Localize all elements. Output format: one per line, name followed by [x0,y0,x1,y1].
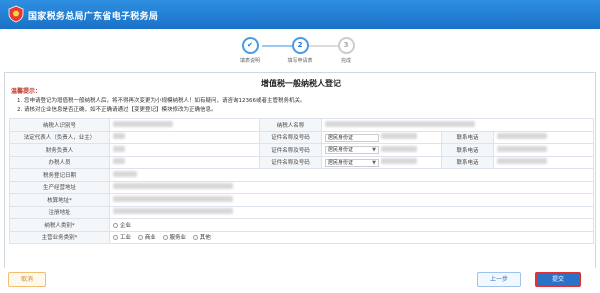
taxpayer-category-options: 企业 [108,218,595,232]
registration-form-panel: 增值税一般纳税人登记 温馨提示： 1. 您申请登记为增值税一般纳税人后，将不得再… [4,72,596,293]
tip-line-2: 2. 请核对企业信息是否正确，如不正确请通过【变更登记】模块修改为正确信息。 [17,107,217,113]
table-row: 注册地址 [9,205,595,219]
tax-emblem-icon [8,5,24,23]
chevron-down-icon: ▼ [372,159,376,166]
table-row: 核算地址* [9,193,595,207]
table-row: 生产经营地址 [9,180,595,194]
app-header: 国家税务总局广东省电子税务局 [0,0,600,29]
radio-commerce[interactable]: 商业 [137,233,156,241]
step-label: 完成 [340,58,351,64]
radio-industry[interactable]: 工业 [113,233,131,241]
taxpayer-name-value [320,118,595,132]
label-phone: 联系电话 [441,155,494,169]
radio-enterprise[interactable]: 企业 [113,221,131,229]
label-taxpayer-id: 纳税人识别号 [9,118,110,132]
accounting-address-input[interactable] [108,193,595,207]
registered-address-value [108,205,595,219]
legal-rep-id: 居民身份证 [321,130,442,144]
registration-table: 纳税人识别号 纳税人名称 法定代表人（负责人，业主） 证件名称及号码 居民身份证… [9,118,595,244]
business-category-options: 工业 商业 服务业 其他 [108,230,595,244]
tip-line-1: 1. 您申请登记为增值税一般纳税人后，将不得再次变更为小规模纳税人！如有疑问，请… [17,98,306,104]
progress-stepper: ✔ 填表说明 2 填写申请表 3 完成 [0,29,600,69]
label-tax-reg-date: 税务登记日期 [9,168,110,182]
cancel-button[interactable]: 取消 [8,272,46,287]
id-type-select[interactable]: 居民身份证 ▼ [325,158,379,167]
radio-service[interactable]: 服务业 [162,233,186,241]
finance-head-id: 居民身份证 ▼ [321,143,442,157]
label-taxpayer-name: 纳税人名称 [259,118,322,132]
legal-rep-value [109,130,260,144]
label-main-business-category: 主营业务类别* [9,230,110,244]
tax-agent-id: 居民身份证 ▼ [321,155,442,169]
label-taxpayer-category: 纳税人类别* [9,218,110,232]
label-legal-rep: 法定代表人（负责人，业主） [9,130,110,144]
table-row: 办税人员 证件名称及号码 居民身份证 ▼ 联系电话 [9,155,595,169]
step-3: 3 完成 [316,37,376,64]
tax-agent-value[interactable] [109,155,260,169]
label-accounting-address: 核算地址* [9,193,110,207]
submit-button[interactable]: 提交 [535,272,581,287]
label-id-type: 证件名称及号码 [259,155,322,169]
action-bar: 取消 上一步 提交 [4,268,596,293]
tax-agent-phone[interactable] [492,155,595,169]
prev-step-button[interactable]: 上一步 [477,272,521,287]
check-icon: ✔ [241,37,259,54]
label-finance-head: 财务负责人 [9,143,110,157]
id-type-select[interactable]: 居民身份证 [325,133,379,142]
table-row: 法定代表人（负责人，业主） 证件名称及号码 居民身份证 联系电话 [9,130,595,144]
table-row: 纳税人识别号 纳税人名称 [9,118,595,132]
table-row: 税务登记日期 [9,168,595,182]
step-number: 3 [337,37,355,54]
label-id-type: 证件名称及号码 [259,130,322,144]
finance-head-phone[interactable] [492,143,595,157]
table-row: 财务负责人 证件名称及号码 居民身份证 ▼ 联系电话 [9,143,595,157]
taxpayer-id-value [109,118,260,132]
table-row: 纳税人类别* 企业 [9,218,595,232]
tips-title: 温馨提示： [11,88,42,95]
radio-other[interactable]: 其他 [192,233,211,241]
label-registered-address: 注册地址 [9,205,110,219]
app-title: 国家税务总局广东省电子税务局 [28,12,159,22]
label-business-address: 生产经营地址 [9,180,110,194]
chevron-down-icon: ▼ [372,147,376,153]
finance-head-value[interactable] [109,143,260,157]
legal-rep-phone [492,130,595,144]
step-number: 2 [291,37,309,54]
label-phone: 联系电话 [441,143,494,157]
label-tax-agent: 办税人员 [9,155,110,169]
tax-reg-date-value [108,168,595,182]
tips-box: 温馨提示： 1. 您申请登记为增值税一般纳税人后，将不得再次变更为小规模纳税人！… [11,86,591,113]
id-type-select[interactable]: 居民身份证 ▼ [325,146,379,154]
label-phone: 联系电话 [441,130,494,144]
business-address-value [108,180,595,194]
table-row: 主营业务类别* 工业 商业 服务业 其他 [9,230,595,244]
label-id-type: 证件名称及号码 [259,143,322,157]
